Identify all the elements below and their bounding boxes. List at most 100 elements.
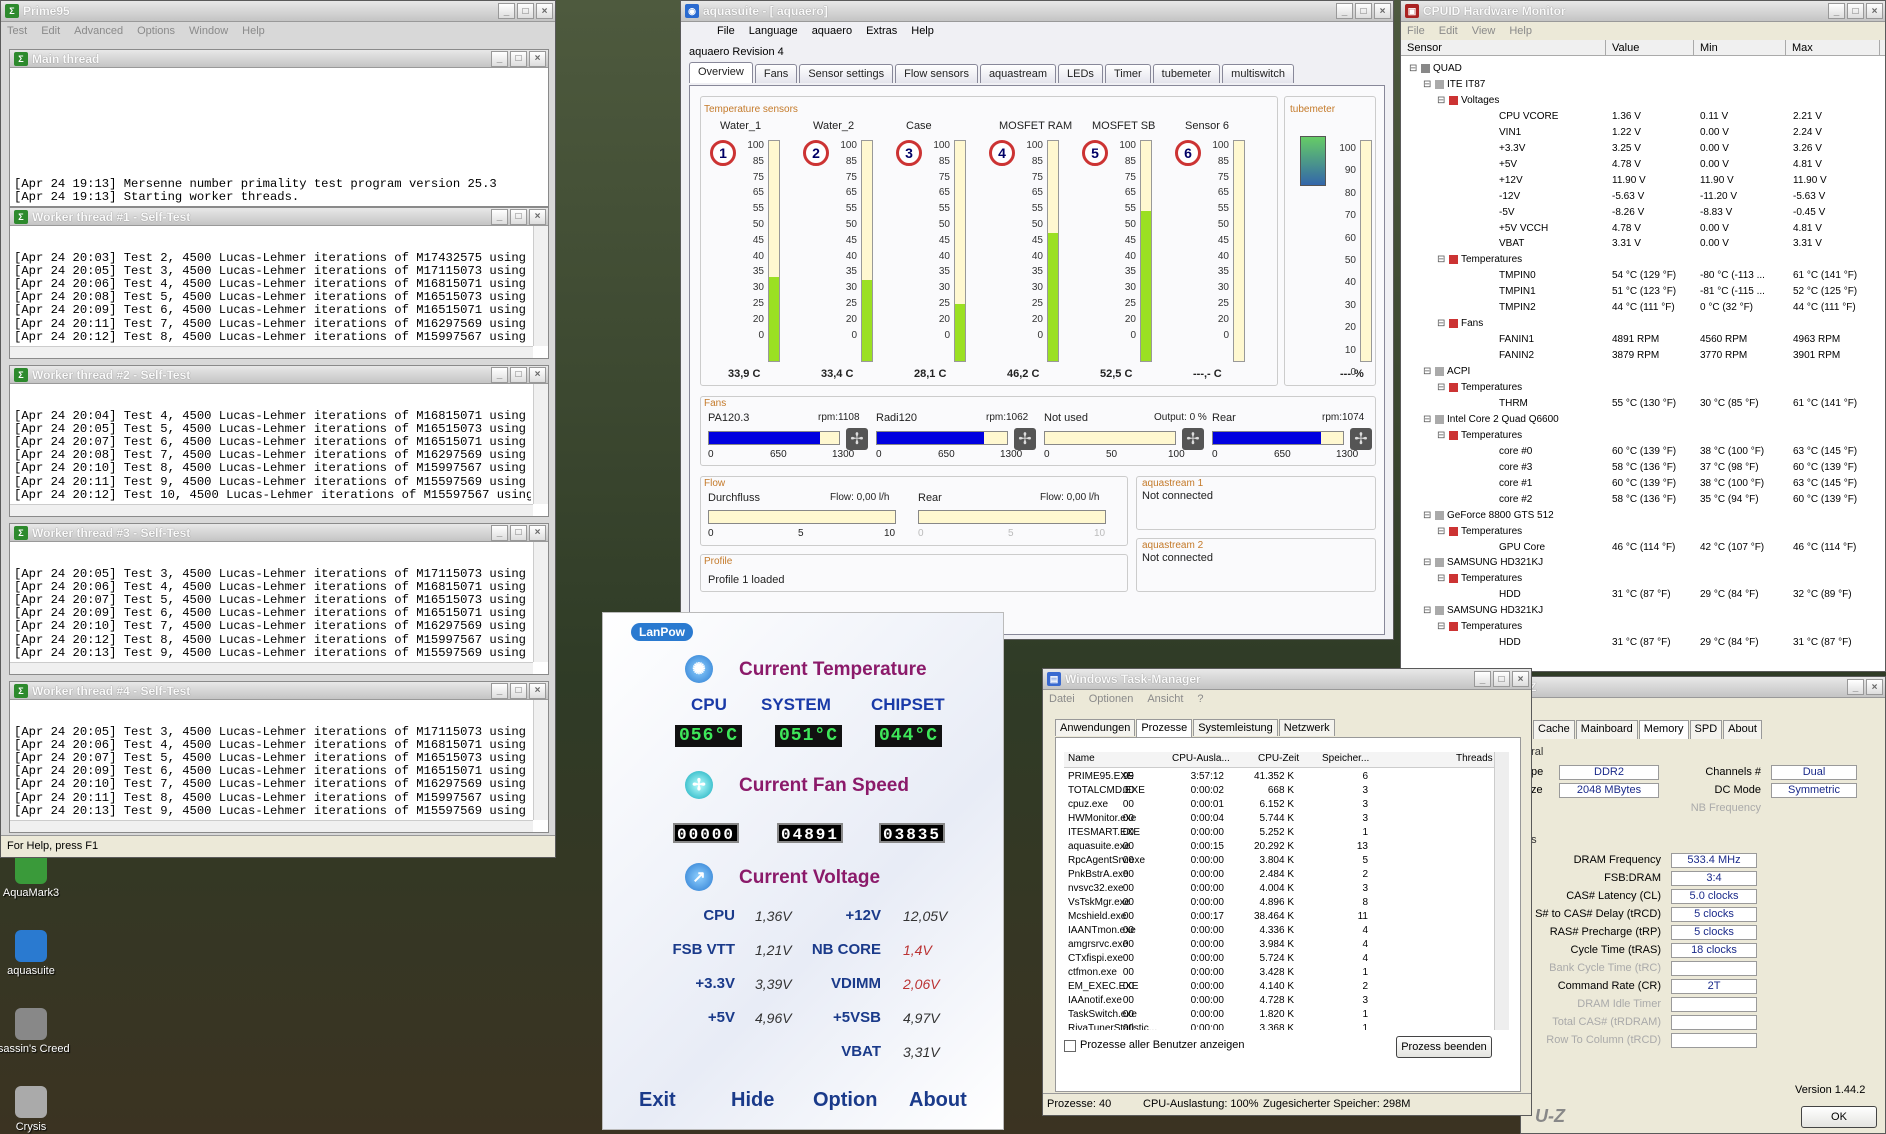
exit-button[interactable]: Exit [639,1089,676,1112]
tab-cache[interactable]: Cache [1533,720,1575,739]
desktop-icon[interactable]: ssassin's Creed [0,1008,72,1055]
sensor-row[interactable]: ⊟ Temperatures [1401,572,1885,585]
vertical-scrollbar[interactable] [533,226,548,346]
maximize-button[interactable]: □ [1847,3,1864,19]
tree-toggle-icon[interactable]: ⊟ [1437,381,1445,394]
tab-netzwerk[interactable]: Netzwerk [1278,719,1335,736]
table-row[interactable]: RpcAgentSrv.exe 00 0:00:00 3.804 K5 [1064,854,1494,868]
sensor-row[interactable]: THRM 55 °C (130 °F) 30 °C (85 °F) 61 °C (14… [1401,397,1885,410]
close-button[interactable]: × [1866,3,1883,19]
sensor-row[interactable]: ⊟ Temperatures [1401,429,1885,442]
sensor-row[interactable]: ⊟ SAMSUNG HD321KJ [1401,604,1885,617]
tree-toggle-icon[interactable]: ⊟ [1423,365,1431,378]
tree-toggle-icon[interactable]: ⊟ [1423,556,1431,569]
menu-item[interactable]: Advanced [74,25,123,37]
vertical-scrollbar[interactable] [533,542,548,662]
vertical-scrollbar[interactable] [533,384,548,504]
tab-overview[interactable]: Overview [689,62,753,83]
table-row[interactable]: Mcshield.exe 00 0:00:17 38.464 K 11 [1064,910,1494,924]
table-row[interactable]: HWMonitor.exe 00 0:00:04 5.744 K3 [1064,812,1494,826]
thread-window-w1[interactable]: Σ Worker thread #1 - Self-Test _ □ × [Apr 24 … [9,207,549,359]
sensor-row[interactable]: -5V -8.26 V -8.83 V -0.45 V [1401,206,1885,219]
taskmanager-window[interactable]: ▤ Windows Task-Manager _ □ × Datei Optionen A… [1042,668,1532,1116]
table-row[interactable]: TaskSwitch.exe 00 0:00:00 1.820 K1 [1064,1008,1494,1022]
column-header[interactable]: Name [1068,753,1095,764]
close-button[interactable]: × [529,366,546,383]
menu-item[interactable]: Edit [1439,25,1458,37]
table-row[interactable]: TOTALCMD.EXE 00 0:00:02 668 K3 [1064,784,1494,798]
minimize-button[interactable]: _ [1847,679,1864,695]
desktop-icon[interactable]: AquaMark3 [0,852,72,899]
minimize-button[interactable]: _ [1828,3,1845,19]
minimize-button[interactable]: _ [1474,671,1491,687]
tree-toggle-icon[interactable]: ⊟ [1437,620,1445,633]
sensor-row[interactable]: +3.3V 3.25 V 0.00 V 3.26 V [1401,142,1885,155]
menu-item[interactable]: Ansicht [1147,693,1183,705]
table-row[interactable]: VsTskMgr.exe 00 0:00:00 4.896 K 8 [1064,896,1494,910]
horizontal-scrollbar[interactable] [10,820,533,832]
tab-prozesse[interactable]: Prozesse [1136,719,1193,738]
tab-mainboard[interactable]: Mainboard [1575,720,1638,739]
maximize-button[interactable]: □ [517,3,534,19]
sensor-row[interactable]: ⊟ Intel Core 2 Quad Q6600 [1401,413,1885,426]
tab-flow-sensors[interactable]: Flow sensors [895,64,978,83]
option-button[interactable]: Option [813,1089,877,1112]
table-row[interactable]: nvsvc32.exe 00 0:00:00 4.004 K 3 [1064,882,1494,896]
sensor-row[interactable]: FANIN2 3879 RPM 3770 RPM 3901 RPM [1401,349,1885,362]
maximize-button[interactable]: □ [1355,3,1372,19]
tree-toggle-icon[interactable]: ⊟ [1437,525,1445,538]
menu-item[interactable]: Optionen [1089,693,1134,705]
sensor-row[interactable]: -12V -5.63 V -11.20 V -5.63 V [1401,190,1885,203]
horizontal-scrollbar[interactable] [10,662,533,674]
table-row[interactable]: cpuz.exe 00 0:00:01 6.152 K 3 [1064,798,1494,812]
sensor-row[interactable]: ⊟ ITE IT87 [1401,78,1885,91]
sensor-row[interactable]: ⊟ SAMSUNG HD321KJ [1401,556,1885,569]
sensor-row[interactable]: +5V VCCH 4.78 V 0.00 V 4.81 V [1401,222,1885,235]
tree-toggle-icon[interactable]: ⊟ [1423,604,1431,617]
show-all-checkbox[interactable] [1064,1040,1076,1052]
thread-window-main[interactable]: Σ Main thread _ □ × [Apr 24 19:13] Mersenne n… [9,49,549,207]
sensor-row[interactable]: ⊟ QUAD [1401,62,1885,75]
column-header[interactable]: Value [1606,40,1694,55]
sensor-row[interactable]: VIN1 1.22 V 0.00 V 2.24 V [1401,126,1885,139]
column-header[interactable]: Threads [1456,753,1493,764]
sensor-row[interactable]: ⊟ GeForce 8800 GTS 512 [1401,509,1885,522]
close-button[interactable]: × [1866,679,1883,695]
thread-window-w4[interactable]: Σ Worker thread #4 - Self-Test _ □ × [Apr 24 … [9,681,549,833]
minimize-button[interactable]: _ [491,208,508,225]
table-row[interactable]: aquasuite.exe 00 0:00:15 20.292 K 13 [1064,840,1494,854]
sensor-row[interactable]: TMPIN0 54 °C (129 °F) -80 °C (-113 ... 61 °… [1401,269,1885,282]
maximize-button[interactable]: □ [510,524,527,541]
sensor-row[interactable]: core #0 60 °C (139 °F) 38 °C (100 °F) 63 °C… [1401,445,1885,458]
end-process-button[interactable]: Prozess beenden [1396,1036,1492,1058]
menu-item[interactable]: File [717,25,735,37]
thread-window-w3[interactable]: Σ Worker thread #3 - Self-Test _ □ × [Apr 24 … [9,523,549,675]
minimize-button[interactable]: _ [491,524,508,541]
table-row[interactable]: CTxfispi.exe 00 0:00:00 5.724 K 4 [1064,952,1494,966]
tree-toggle-icon[interactable]: ⊟ [1437,572,1445,585]
sensor-row[interactable]: HDD 31 °C (87 °F) 29 °C (84 °F) 31 °C (87 °… [1401,636,1885,649]
sensor-row[interactable]: core #1 60 °C (139 °F) 38 °C (100 °F) 63 °C… [1401,477,1885,490]
tree-toggle-icon[interactable]: ⊟ [1437,317,1445,330]
sensor-row[interactable]: core #2 58 °C (136 °F) 35 °C (94 °F) 60 °C … [1401,493,1885,506]
menu-item[interactable]: ? [1197,693,1203,705]
maximize-button[interactable]: □ [510,366,527,383]
tree-toggle-icon[interactable]: ⊟ [1437,253,1445,266]
tree-toggle-icon[interactable]: ⊟ [1423,413,1431,426]
close-button[interactable]: × [1374,3,1391,19]
menu-item[interactable]: Datei [1049,693,1075,705]
sensor-row[interactable]: HDD 31 °C (87 °F) 29 °C (84 °F) 32 °C (89 °… [1401,588,1885,601]
tree-toggle-icon[interactable]: ⊟ [1409,62,1417,75]
menu-item[interactable]: View [1472,25,1496,37]
column-header[interactable]: Speicher... [1322,753,1369,764]
tree-toggle-icon[interactable]: ⊟ [1437,429,1445,442]
cpuz-window[interactable]: -Z _× CacheMainboardMemorySPDAbouteralpe… [1520,676,1886,1134]
sensor-row[interactable]: +12V 11.90 V 11.90 V 11.90 V [1401,174,1885,187]
aquasuite-window[interactable]: ◉ aquasuite - [ aquaero] _ □ × File Language… [680,0,1394,640]
table-row[interactable]: ITESMART.EXE 00 0:00:00 5.252 K1 [1064,826,1494,840]
menu-item[interactable]: Edit [41,25,60,37]
menu-item[interactable]: aquaero [812,25,852,37]
table-row[interactable]: IAANTmon.exe 00 0:00:00 4.336 K4 [1064,924,1494,938]
menu-item[interactable]: Help [242,25,265,37]
tab-about[interactable]: About [1723,720,1762,739]
